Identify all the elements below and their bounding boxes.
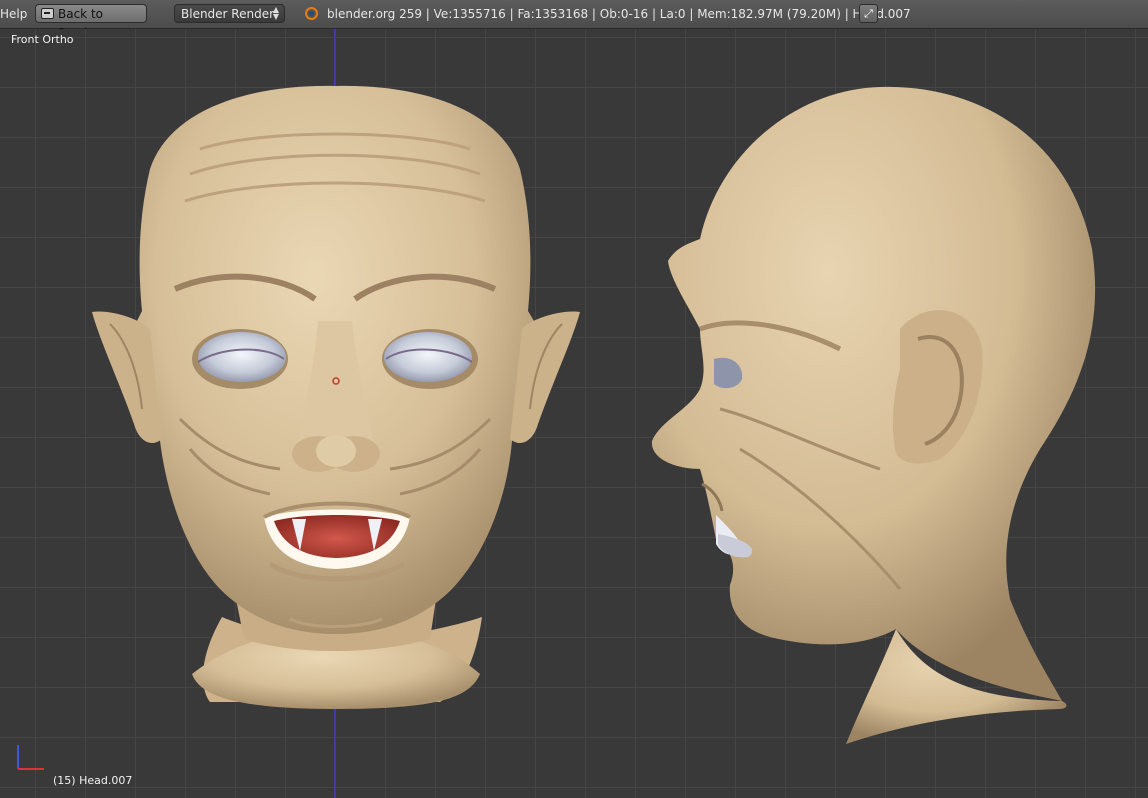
info-header: Help Back to Previous Blender Render ▲▼ … <box>0 0 1148 40</box>
dropdown-arrows-icon: ▲ ▼ <box>272 5 279 21</box>
help-menu[interactable]: Help <box>0 7 27 21</box>
render-engine-value: Blender Render <box>181 7 275 21</box>
fullscreen-toggle-icon[interactable]: ⤢ <box>859 4 878 23</box>
scene-stats: blender.org 259 | Ve:1355716 | Fa:135316… <box>327 7 911 21</box>
side-head-model[interactable] <box>651 86 1096 744</box>
back-screen-icon <box>41 8 54 19</box>
axis-gizmo-icon <box>17 745 44 770</box>
front-head-model[interactable] <box>92 85 580 709</box>
back-to-previous-button[interactable]: Back to Previous <box>35 4 147 40</box>
blender-logo-icon <box>305 7 318 20</box>
sculpt-models <box>92 85 1096 744</box>
render-engine-select[interactable]: Blender Render ▲ ▼ <box>174 4 285 23</box>
active-object-label: (15) Head.007 <box>53 774 133 787</box>
3d-viewport[interactable]: Front Ortho (15) Head.007 <box>0 29 1148 798</box>
